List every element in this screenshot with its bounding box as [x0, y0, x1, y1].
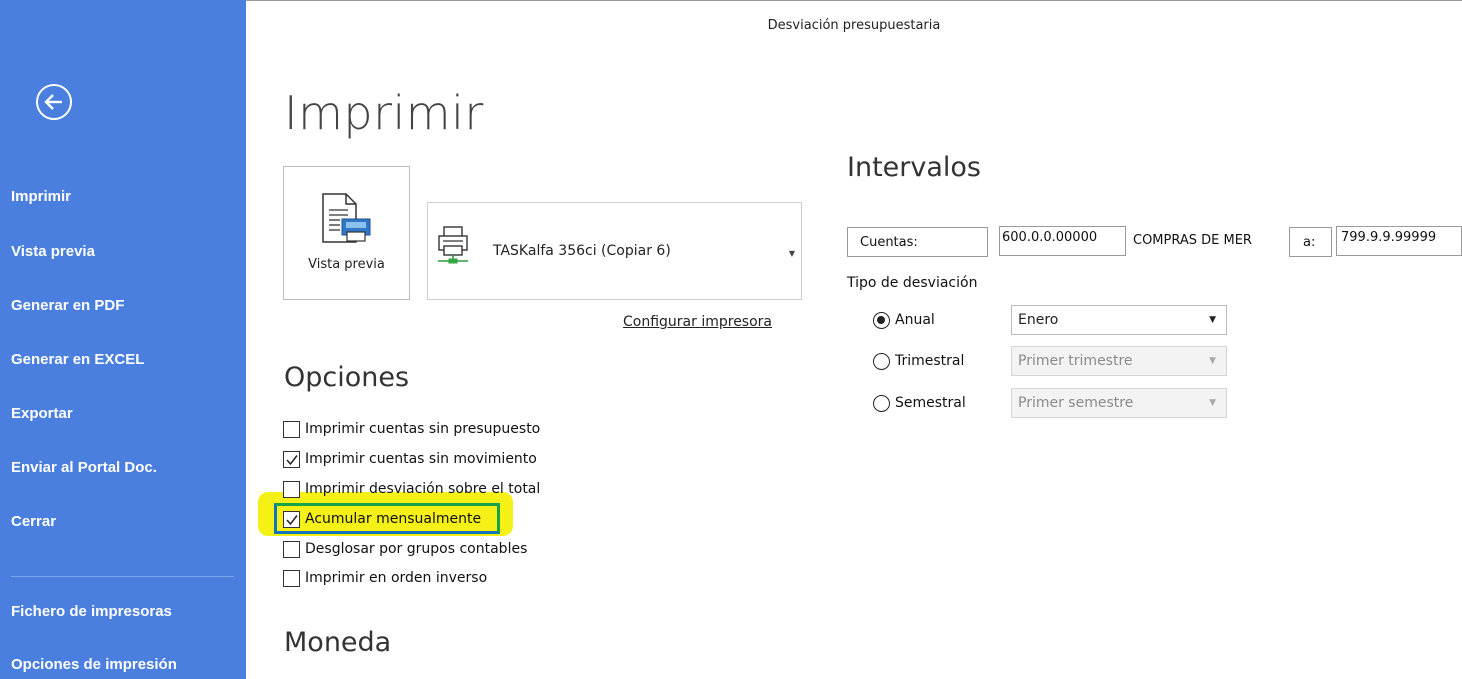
checkbox[interactable]	[283, 540, 300, 558]
radio-semestral[interactable]: Semestral	[873, 393, 966, 413]
sidebar-item-enviar-portal[interactable]: Enviar al Portal Doc.	[11, 459, 157, 476]
select-value: Primer trimestre	[1018, 353, 1133, 369]
account-to-input[interactable]: 799.9.9.99999	[1336, 226, 1462, 256]
option-label: Imprimir cuentas sin presupuesto	[305, 421, 541, 437]
sidebar-item-vista-previa[interactable]: Vista previa	[11, 243, 95, 260]
options-heading: Opciones	[284, 362, 410, 393]
sidebar: Imprimir Vista previa Generar en PDF Gen…	[0, 0, 246, 679]
account-from-input[interactable]: 600.0.0.00000	[999, 226, 1126, 256]
checkbox[interactable]	[283, 569, 300, 587]
option-imprimir-cuentas-sin-movimiento[interactable]: Imprimir cuentas sin movimiento	[283, 449, 537, 469]
checkmark-icon	[286, 454, 298, 465]
to-label: a:	[1289, 227, 1332, 257]
option-label: Imprimir cuentas sin movimiento	[305, 451, 537, 467]
sidebar-item-opciones-impresion[interactable]: Opciones de impresión	[11, 656, 177, 673]
checkbox[interactable]	[283, 450, 300, 468]
sidebar-divider	[11, 576, 234, 577]
sidebar-item-exportar[interactable]: Exportar	[11, 405, 73, 422]
radio-label: Trimestral	[895, 353, 965, 369]
radio-anual[interactable]: Anual	[873, 310, 935, 330]
checkbox[interactable]	[283, 420, 300, 438]
sidebar-item-imprimir[interactable]: Imprimir	[11, 188, 71, 205]
option-imprimir-cuentas-sin-presupuesto[interactable]: Imprimir cuentas sin presupuesto	[283, 419, 540, 439]
option-orden-inverso[interactable]: Imprimir en orden inverso	[283, 568, 487, 588]
select-value: Enero	[1018, 312, 1059, 328]
account-from-description: COMPRAS DE MER	[1133, 233, 1252, 248]
chevron-down-icon: ▼	[1209, 315, 1216, 325]
radio-trimestral[interactable]: Trimestral	[873, 351, 964, 371]
trimestral-select: Primer trimestre ▼	[1011, 346, 1227, 376]
anual-month-select[interactable]: Enero ▼	[1011, 305, 1227, 335]
sidebar-item-generar-excel[interactable]: Generar en EXCEL	[11, 351, 144, 368]
intervals-heading: Intervalos	[847, 152, 981, 183]
chevron-down-icon: ▼	[788, 249, 795, 258]
configure-printer-link[interactable]: Configurar impresora	[623, 314, 772, 330]
currency-heading: Moneda	[284, 627, 392, 658]
option-label: Imprimir en orden inverso	[305, 570, 488, 586]
option-label: Desglosar por grupos contables	[305, 541, 528, 557]
chevron-down-icon: ▼	[1209, 398, 1216, 408]
radio-button[interactable]	[873, 352, 890, 370]
printer-name: TASKalfa 356ci (Copiar 6)	[493, 243, 671, 259]
accounts-label: Cuentas:	[847, 227, 988, 257]
option-acumular-mensualmente[interactable]: Acumular mensualmente	[283, 509, 481, 529]
preview-button[interactable]: Vista previa	[283, 166, 410, 300]
radio-button[interactable]	[873, 311, 890, 329]
window-top-border	[246, 0, 1462, 1]
chevron-down-icon: ▼	[1209, 356, 1216, 366]
document-preview-icon	[320, 192, 374, 246]
deviation-type-label: Tipo de desviación	[847, 275, 978, 291]
radio-label: Semestral	[895, 395, 966, 411]
checkbox[interactable]	[283, 480, 300, 498]
window-title: Desviación presupuestaria	[767, 18, 941, 33]
preview-button-label: Vista previa	[308, 257, 385, 272]
sidebar-item-generar-pdf[interactable]: Generar en PDF	[11, 297, 124, 314]
page-title: Imprimir	[284, 86, 484, 140]
radio-button[interactable]	[873, 394, 890, 412]
printer-icon	[434, 223, 476, 265]
option-imprimir-desviacion-total[interactable]: Imprimir desviación sobre el total	[283, 479, 540, 499]
printer-select[interactable]: TASKalfa 356ci (Copiar 6) ▼	[427, 202, 802, 300]
checkbox[interactable]	[283, 510, 300, 528]
option-desglosar-grupos[interactable]: Desglosar por grupos contables	[283, 539, 527, 559]
sidebar-item-cerrar[interactable]: Cerrar	[11, 513, 56, 530]
radio-label: Anual	[895, 312, 935, 328]
checkmark-icon	[286, 514, 298, 525]
option-label: Imprimir desviación sobre el total	[305, 481, 541, 497]
semestral-select: Primer semestre ▼	[1011, 388, 1227, 418]
sidebar-item-fichero-impresoras[interactable]: Fichero de impresoras	[11, 603, 172, 620]
back-arrow-icon[interactable]	[35, 83, 73, 121]
option-label: Acumular mensualmente	[305, 511, 482, 527]
select-value: Primer semestre	[1018, 395, 1134, 411]
